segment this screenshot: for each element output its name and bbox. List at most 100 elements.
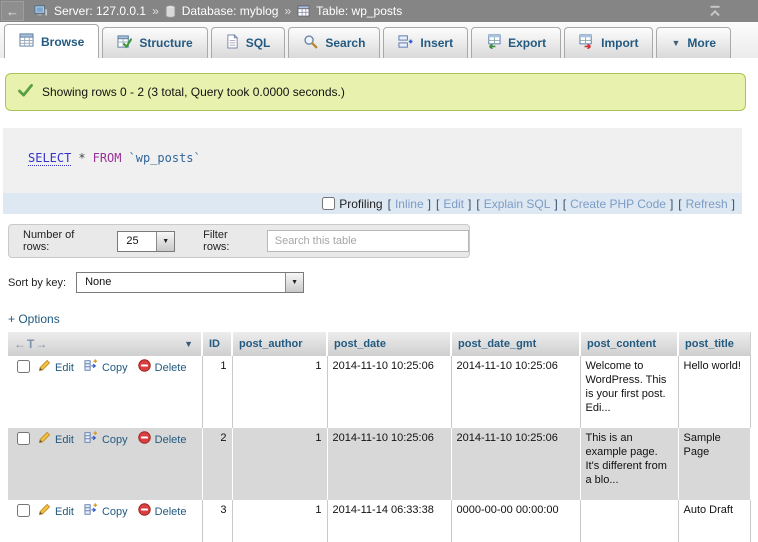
refresh-link-group: [Refresh]: [678, 197, 735, 211]
collapse-top-icon: [708, 5, 722, 20]
breadcrumb-separator: »: [284, 4, 291, 18]
cell-id: 1: [202, 356, 232, 428]
tab-label: Search: [325, 36, 365, 50]
status-message-text: Showing rows 0 - 2 (3 total, Query took …: [42, 85, 345, 99]
refresh-link[interactable]: Refresh: [686, 197, 728, 211]
chevron-down-icon: ▼: [156, 232, 174, 251]
column-header-id[interactable]: ID: [202, 332, 232, 356]
breadcrumb-server[interactable]: Server: 127.0.0.1: [54, 4, 146, 18]
query-toolbar: Profiling [Inline] [Edit] [Explain SQL] …: [3, 193, 742, 214]
cell-post-content: Welcome to WordPress. This is your first…: [580, 356, 678, 428]
number-of-rows-select[interactable]: 25 ▼: [117, 231, 175, 252]
table-row: Edit Copy Delete 3 1 2014-11-14 06:33:38…: [8, 500, 750, 542]
sql-query-text: SELECT*FROM`wp_posts`: [28, 151, 208, 165]
edit-row-link[interactable]: Edit: [38, 359, 74, 376]
delete-row-link[interactable]: Delete: [138, 503, 187, 520]
explain-link-group: [Explain SQL]: [476, 197, 557, 211]
sort-by-key-select[interactable]: None ▼: [76, 272, 304, 293]
copy-row-link[interactable]: Copy: [84, 431, 128, 448]
edit-row-link[interactable]: Edit: [38, 431, 74, 448]
table-row: Edit Copy Delete 2 1 2014-11-10 10:25:06…: [8, 428, 750, 500]
tab-export[interactable]: Export: [471, 27, 561, 58]
tab-insert[interactable]: Insert: [383, 27, 468, 58]
cell-post-content: [580, 500, 678, 542]
number-of-rows-value: 25: [118, 232, 156, 251]
copy-icon: [84, 503, 98, 520]
copy-icon: [84, 359, 98, 376]
table-row: Edit Copy Delete 1 1 2014-11-10 10:25:06…: [8, 356, 750, 428]
column-header-post-date-gmt[interactable]: post_date_gmt: [451, 332, 580, 356]
inline-link[interactable]: Inline: [395, 197, 424, 211]
cell-post-date-gmt: 0000-00-00 00:00:00: [451, 500, 580, 542]
create-php-code-link[interactable]: Create PHP Code: [570, 197, 666, 211]
delete-icon: [138, 431, 151, 448]
column-options-icon[interactable]: ←T→: [14, 337, 48, 351]
search-icon: [303, 34, 318, 52]
profiling-checkbox[interactable]: [322, 197, 335, 210]
inline-link-group: [Inline]: [388, 197, 431, 211]
options-toggle-link[interactable]: + Options: [8, 312, 60, 326]
sql-keyword-select[interactable]: SELECT: [28, 151, 71, 166]
sort-by-key-label: Sort by key:: [8, 277, 66, 289]
row-checkbox[interactable]: [17, 504, 30, 517]
delete-row-link[interactable]: Delete: [138, 431, 187, 448]
cell-post-date: 2014-11-14 06:33:38: [327, 500, 451, 542]
actions-header-cell: ←T→ ▼: [8, 332, 202, 356]
tab-more[interactable]: ▼ More: [656, 27, 731, 58]
php-code-link-group: [Create PHP Code]: [563, 197, 674, 211]
delete-row-link[interactable]: Delete: [138, 359, 187, 376]
sql-table-name: `wp_posts`: [129, 151, 201, 165]
table-header-row: ←T→ ▼ ID post_author post_date post_date…: [8, 332, 750, 356]
column-header-post-content[interactable]: post_content: [580, 332, 678, 356]
sort-by-key-value: None: [77, 273, 285, 292]
export-icon: [486, 34, 501, 52]
cell-id: 3: [202, 500, 232, 542]
tab-label: More: [687, 36, 716, 50]
cell-post-author: 1: [232, 356, 327, 428]
breadcrumb-separator: »: [152, 4, 159, 18]
column-header-post-author[interactable]: post_author: [232, 332, 327, 356]
row-checkbox[interactable]: [17, 360, 30, 373]
cell-post-title: Sample Page: [678, 428, 750, 500]
edit-query-link[interactable]: Edit: [443, 197, 464, 211]
cell-post-title: Hello world!: [678, 356, 750, 428]
cell-post-date-gmt: 2014-11-10 10:25:06: [451, 428, 580, 500]
breadcrumb-database[interactable]: Database: myblog: [182, 4, 279, 18]
pencil-icon: [38, 359, 51, 376]
tab-sql[interactable]: SQL: [211, 27, 286, 58]
tab-label: Browse: [41, 35, 84, 49]
cell-post-date-gmt: 2014-11-10 10:25:06: [451, 356, 580, 428]
breadcrumb-bar: ← Server: 127.0.0.1 » Database: myblog »…: [0, 0, 758, 22]
success-check-icon: [18, 84, 33, 100]
cell-post-author: 1: [232, 500, 327, 542]
back-arrow-icon: ←: [6, 4, 19, 19]
chevron-down-icon: ▼: [671, 38, 680, 48]
structure-icon: [117, 35, 132, 52]
cell-id: 2: [202, 428, 232, 500]
collapse-top-button[interactable]: [708, 5, 722, 20]
tab-import[interactable]: Import: [564, 27, 653, 58]
delete-icon: [138, 503, 151, 520]
sort-control-row: Sort by key: None ▼: [8, 272, 304, 293]
filter-rows-input[interactable]: [267, 230, 469, 252]
sql-query-box: SELECT*FROM`wp_posts` Profiling [Inline]…: [3, 128, 742, 214]
column-header-post-title[interactable]: post_title: [678, 332, 750, 356]
copy-row-link[interactable]: Copy: [84, 503, 128, 520]
column-header-post-date[interactable]: post_date: [327, 332, 451, 356]
tab-browse[interactable]: Browse: [4, 24, 99, 58]
delete-icon: [138, 359, 151, 376]
tab-label: Insert: [420, 36, 453, 50]
copy-row-link[interactable]: Copy: [84, 359, 128, 376]
tab-search[interactable]: Search: [288, 27, 380, 58]
tab-structure[interactable]: Structure: [102, 27, 207, 58]
cell-post-author: 1: [232, 428, 327, 500]
breadcrumb-table[interactable]: Table: wp_posts: [316, 4, 402, 18]
explain-sql-link[interactable]: Explain SQL: [484, 197, 551, 211]
sort-options-icon[interactable]: ▼: [184, 339, 193, 349]
cell-post-content: This is an example page. It's different …: [580, 428, 678, 500]
profiling-label[interactable]: Profiling: [339, 197, 382, 211]
back-button[interactable]: ←: [1, 1, 24, 21]
tab-label: SQL: [246, 36, 271, 50]
edit-row-link[interactable]: Edit: [38, 503, 74, 520]
row-checkbox[interactable]: [17, 432, 30, 445]
